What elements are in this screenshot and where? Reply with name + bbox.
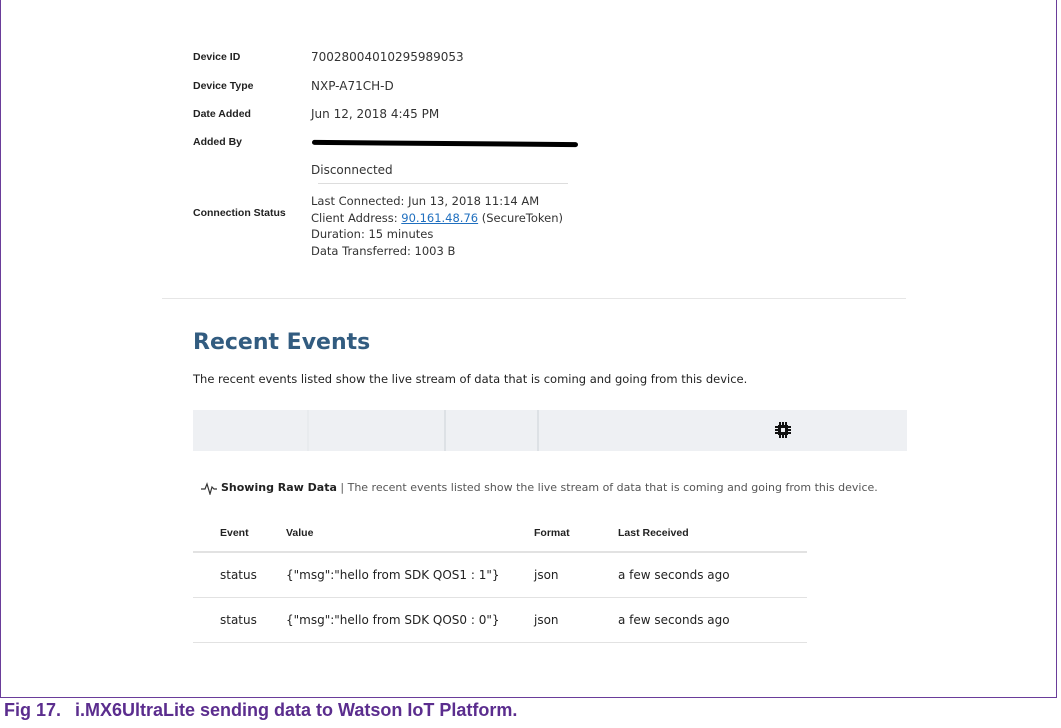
recent-events-title: Recent Events	[193, 330, 371, 355]
table-row[interactable]: status {"msg":"hello from SDK QOS0 : 0"}…	[193, 597, 807, 643]
connection-status-label: Connection Status	[193, 207, 286, 219]
value-cell: {"msg":"hello from SDK QOS1 : 1"}	[285, 552, 533, 598]
date-added-value: Jun 12, 2018 4:45 PM	[311, 107, 440, 121]
tab-divider	[537, 410, 539, 451]
last-connected: Last Connected: Jun 13, 2018 11:14 AM	[311, 194, 540, 208]
column-header-event[interactable]: Event	[193, 515, 285, 553]
format-cell: json	[533, 552, 617, 598]
format-cell: json	[533, 597, 617, 643]
duration: Duration: 15 minutes	[311, 227, 434, 241]
section-divider	[162, 298, 906, 299]
device-id-value: 70028004010295989053	[311, 50, 464, 64]
date-added-label: Date Added	[193, 108, 251, 120]
tab-divider	[444, 410, 446, 451]
added-by-label: Added By	[193, 136, 243, 148]
chip-icon[interactable]	[774, 421, 792, 439]
connection-state: Disconnected	[311, 163, 393, 177]
pulse-icon	[201, 482, 217, 495]
tab-divider	[307, 410, 309, 451]
event-cell: status	[193, 597, 285, 643]
raw-data-description: | The recent events listed show the live…	[336, 481, 878, 494]
figure-caption-text: i.MX6UltraLite sending data to Watson Io…	[75, 700, 518, 720]
events-table: Event Value Format Last Received status …	[193, 515, 807, 643]
received-cell: a few seconds ago	[617, 552, 807, 598]
figure-number: Fig 17.	[4, 700, 62, 720]
raw-data-line: Showing Raw Data | The recent events lis…	[221, 481, 878, 494]
event-tab-bar[interactable]	[193, 410, 907, 451]
device-type-label: Device Type	[193, 80, 254, 92]
column-header-last-received[interactable]: Last Received	[617, 515, 807, 553]
received-cell: a few seconds ago	[617, 597, 807, 643]
data-transferred: Data Transferred: 1003 B	[311, 243, 456, 258]
column-header-value[interactable]: Value	[285, 515, 533, 553]
table-row[interactable]: status {"msg":"hello from SDK QOS1 : 1"}…	[193, 552, 807, 598]
connection-info: Last Connected: Jun 13, 2018 11:14 AM Cl…	[311, 193, 563, 259]
event-cell: status	[193, 552, 285, 598]
column-header-format[interactable]: Format	[533, 515, 617, 553]
value-cell: {"msg":"hello from SDK QOS0 : 0"}	[285, 597, 533, 643]
showing-raw-data-label[interactable]: Showing Raw Data	[221, 481, 337, 494]
client-address-link[interactable]: 90.161.48.76	[401, 211, 478, 225]
client-address: Client Address: 90.161.48.76 (SecureToke…	[311, 210, 563, 225]
status-divider	[318, 183, 568, 184]
recent-events-description: The recent events listed show the live s…	[193, 372, 748, 386]
figure-caption: Fig 17. i.MX6UltraLite sending data to Wa…	[4, 700, 517, 721]
device-id-label: Device ID	[193, 51, 241, 63]
table-header-row: Event Value Format Last Received	[193, 515, 807, 553]
device-type-value: NXP-A71CH-D	[311, 79, 394, 93]
